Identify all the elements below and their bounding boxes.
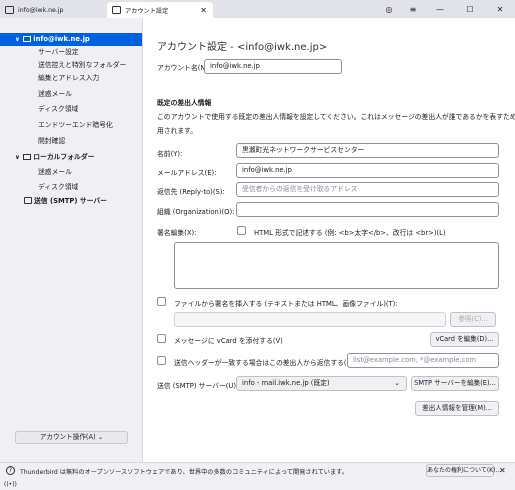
sidebar-item-label: ディスク領域	[38, 105, 79, 113]
chevron-down-icon: ∨	[15, 154, 20, 161]
sidebar-account-label: info@iwk.ne.jp	[33, 35, 90, 43]
page-title: アカウント設定 - <info@iwk.ne.jp>	[157, 42, 328, 53]
organization-field[interactable]	[236, 202, 499, 217]
activity-icon[interactable]: ◎	[377, 5, 401, 14]
activity-indicator-icon: ((•))	[4, 481, 17, 488]
chevron-down-icon: ∨	[15, 36, 20, 43]
html-signature-label: HTML 形式で記述する (例: <b>太字</b>、改行は <br>)(L)	[254, 229, 446, 237]
sidebar-smtp-label: 送信 (SMTP) サーバー	[34, 197, 107, 205]
sidebar-item-server-settings[interactable]: サーバー設定	[0, 46, 142, 59]
app-menu-icon[interactable]: ≡	[401, 5, 425, 14]
tab-inbox-label: info@iwk.ne.jp	[18, 6, 64, 14]
settings-panel: アカウント設定 - <info@iwk.ne.jp> アカウント名(N): in…	[143, 18, 515, 462]
reply-header-field[interactable]: list@example.com, *@example.com	[347, 353, 499, 368]
sidebar-item-receipts[interactable]: 開封確認	[0, 135, 142, 148]
maximize-button[interactable]: ☐	[455, 5, 485, 14]
name-label: 名前(Y):	[157, 150, 183, 158]
account-name-label: アカウント名(N):	[157, 64, 211, 72]
sidebar-item-label: 送信控えと特別なフォルダー	[38, 61, 127, 69]
email-label: メールアドレス(E):	[157, 169, 217, 177]
tab-account-settings[interactable]: アカウント設定 ✕	[107, 2, 213, 18]
notification-bar: ? Thunderbird は無料のオープンソースソフトウェアであり、世界中の多…	[0, 462, 515, 490]
close-notification-icon[interactable]: ✕	[499, 466, 506, 475]
smtp-server-value: info - mail.iwk.ne.jp (既定)	[242, 379, 330, 387]
identity-description: このアカウントで使用する既定の差出人情報を設定してください。これはメッセージの差…	[157, 113, 515, 121]
signature-textarea[interactable]	[174, 242, 499, 289]
folder-icon	[23, 154, 32, 160]
know-your-rights-button[interactable]: あなたの権利について(K)...	[426, 464, 501, 477]
server-icon	[24, 197, 32, 204]
sidebar-item-local-disk[interactable]: ディスク領域	[0, 181, 142, 194]
sidebar-item-disk[interactable]: ディスク領域	[0, 103, 142, 116]
chevron-down-icon: ⌄	[394, 379, 400, 387]
sidebar-item-local-junk[interactable]: 迷惑メール	[0, 166, 142, 179]
account-actions-label: アカウント操作(A)	[39, 433, 96, 441]
name-field[interactable]: 黒瀬町光ネットワークサービスセンター	[236, 143, 499, 158]
reply-to-field[interactable]: 受信者からの返信を受け取るアドレス	[236, 182, 499, 197]
title-bar: info@iwk.ne.jp アカウント設定 ✕ ◎ ≡ — ☐ ✕	[0, 0, 515, 18]
sidebar-item-label: サーバー設定	[38, 48, 79, 56]
tab-inbox[interactable]: info@iwk.ne.jp	[0, 2, 107, 18]
sidebar-item-label: 開封確認	[38, 137, 66, 145]
reply-to-label: 返信先 (Reply-to)(S):	[157, 188, 225, 196]
sidebar-item-label: ディスク領域	[38, 183, 79, 191]
tab-account-settings-label: アカウント設定	[125, 7, 169, 15]
vcard-label: メッセージに vCard を添付する(V)	[174, 337, 283, 345]
sidebar-item-e2e[interactable]: エンドツーエンド暗号化	[0, 119, 142, 132]
settings-tab-icon	[112, 6, 121, 14]
email-field[interactable]: info@iwk.ne.jp	[236, 163, 499, 178]
sidebar-item-composition[interactable]: 編集とアドレス入力	[0, 72, 142, 85]
organization-label: 組織 (Organization)(O):	[157, 208, 235, 216]
signature-file-path[interactable]	[174, 312, 446, 327]
html-signature-checkbox[interactable]	[237, 226, 246, 235]
account-actions-button[interactable]: アカウント操作(A) ⌄	[15, 431, 128, 444]
sidebar-local-folders[interactable]: ∨ ローカルフォルダー	[0, 151, 142, 164]
sidebar-account[interactable]: ∨ info@iwk.ne.jp	[0, 33, 142, 46]
file-signature-checkbox[interactable]	[157, 297, 166, 306]
signature-label: 署名編集(X):	[157, 229, 197, 237]
identity-description-cont: 用されます。	[157, 127, 198, 135]
edit-vcard-button[interactable]: vCard を編集(D)...	[430, 332, 499, 347]
sidebar-local-folders-label: ローカルフォルダー	[33, 153, 95, 161]
reply-from-header-label: 送信ヘッダーが一致する場合はこの差出人から返信する(D):	[174, 359, 357, 367]
help-icon: ?	[6, 466, 15, 475]
sidebar-item-label: 迷惑メール	[38, 168, 72, 176]
reply-from-header-checkbox[interactable]	[157, 356, 166, 365]
close-tab-icon[interactable]: ✕	[200, 6, 207, 15]
vcard-checkbox[interactable]	[157, 334, 166, 343]
envelope-icon	[23, 36, 32, 42]
smtp-server-label: 送信 (SMTP) サーバー(U):	[157, 382, 239, 390]
close-window-button[interactable]: ✕	[485, 5, 515, 14]
sidebar-smtp[interactable]: 送信 (SMTP) サーバー	[0, 195, 142, 208]
sidebar-item-label: 迷惑メール	[38, 90, 72, 98]
sidebar-item-label: エンドツーエンド暗号化	[38, 121, 113, 129]
edit-smtp-button[interactable]: SMTP サーバーを編集(E)...	[411, 376, 499, 391]
account-name-field[interactable]: info@iwk.ne.jp	[204, 59, 342, 74]
sidebar-item-junk[interactable]: 迷惑メール	[0, 88, 142, 101]
manage-identities-button[interactable]: 差出人情報を管理(M)...	[415, 401, 499, 416]
browse-button[interactable]: 参照(C)...	[450, 312, 496, 327]
identity-section-title: 既定の差出人情報	[157, 99, 212, 107]
notification-message: Thunderbird は無料のオープンソースソフトウェアであり、世界中の多数の…	[20, 469, 348, 476]
chevron-down-icon: ⌄	[97, 433, 104, 441]
minimize-button[interactable]: —	[425, 5, 455, 14]
sidebar-item-copies-folders[interactable]: 送信控えと特別なフォルダー	[0, 59, 142, 72]
account-tree: ∨ info@iwk.ne.jp サーバー設定 送信控えと特別なフォルダー 編集…	[0, 18, 143, 462]
smtp-server-select[interactable]: info - mail.iwk.ne.jp (既定) ⌄	[236, 376, 407, 391]
sidebar-item-label: 編集とアドレス入力	[38, 74, 100, 82]
mail-tab-icon	[5, 6, 14, 14]
file-signature-label: ファイルから署名を挿入する (テキストまたは HTML、画像ファイル)(T):	[174, 300, 398, 308]
